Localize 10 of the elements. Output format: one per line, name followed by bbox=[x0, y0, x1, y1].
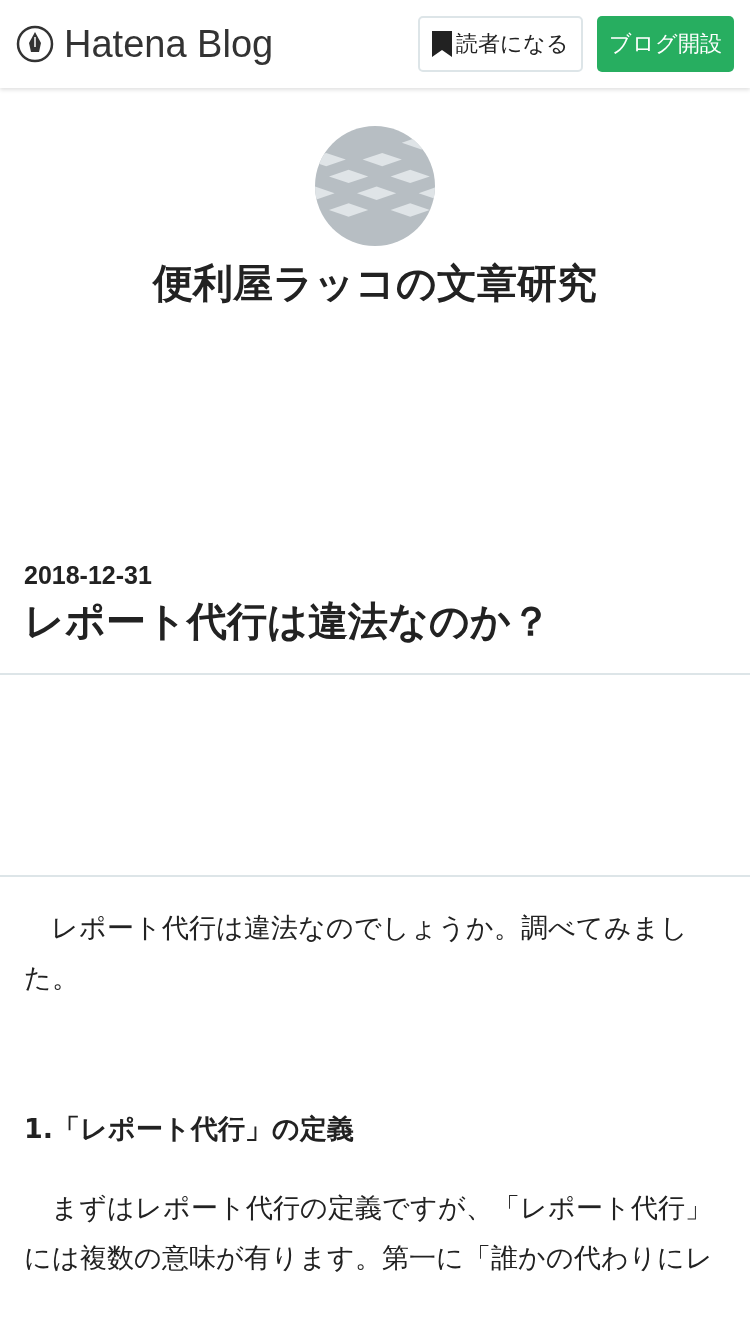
pen-nib-icon bbox=[16, 25, 54, 63]
body-paragraph: レポート代行は違法なのでしょうか。調べてみました。 bbox=[24, 911, 689, 995]
logo-text[interactable]: Hatena Blog bbox=[64, 22, 274, 66]
blog-title[interactable]: 便利屋ラッコの文章研究 bbox=[153, 256, 597, 311]
subscribe-button[interactable]: 読者になる bbox=[418, 16, 583, 72]
entry-title[interactable]: レポート代行は違法なのか？ bbox=[24, 594, 726, 649]
entry-date[interactable]: 2018-12-31 bbox=[24, 561, 726, 590]
bookmark-icon bbox=[432, 31, 452, 57]
body-paragraph: まずはレポート代行の定義ですが、「レポート代行」には複数の意味が有ります。第一に「誰かの代わりにレ bbox=[24, 1191, 714, 1275]
section-heading: 1.「レポート代行」の定義 bbox=[24, 1112, 356, 1146]
